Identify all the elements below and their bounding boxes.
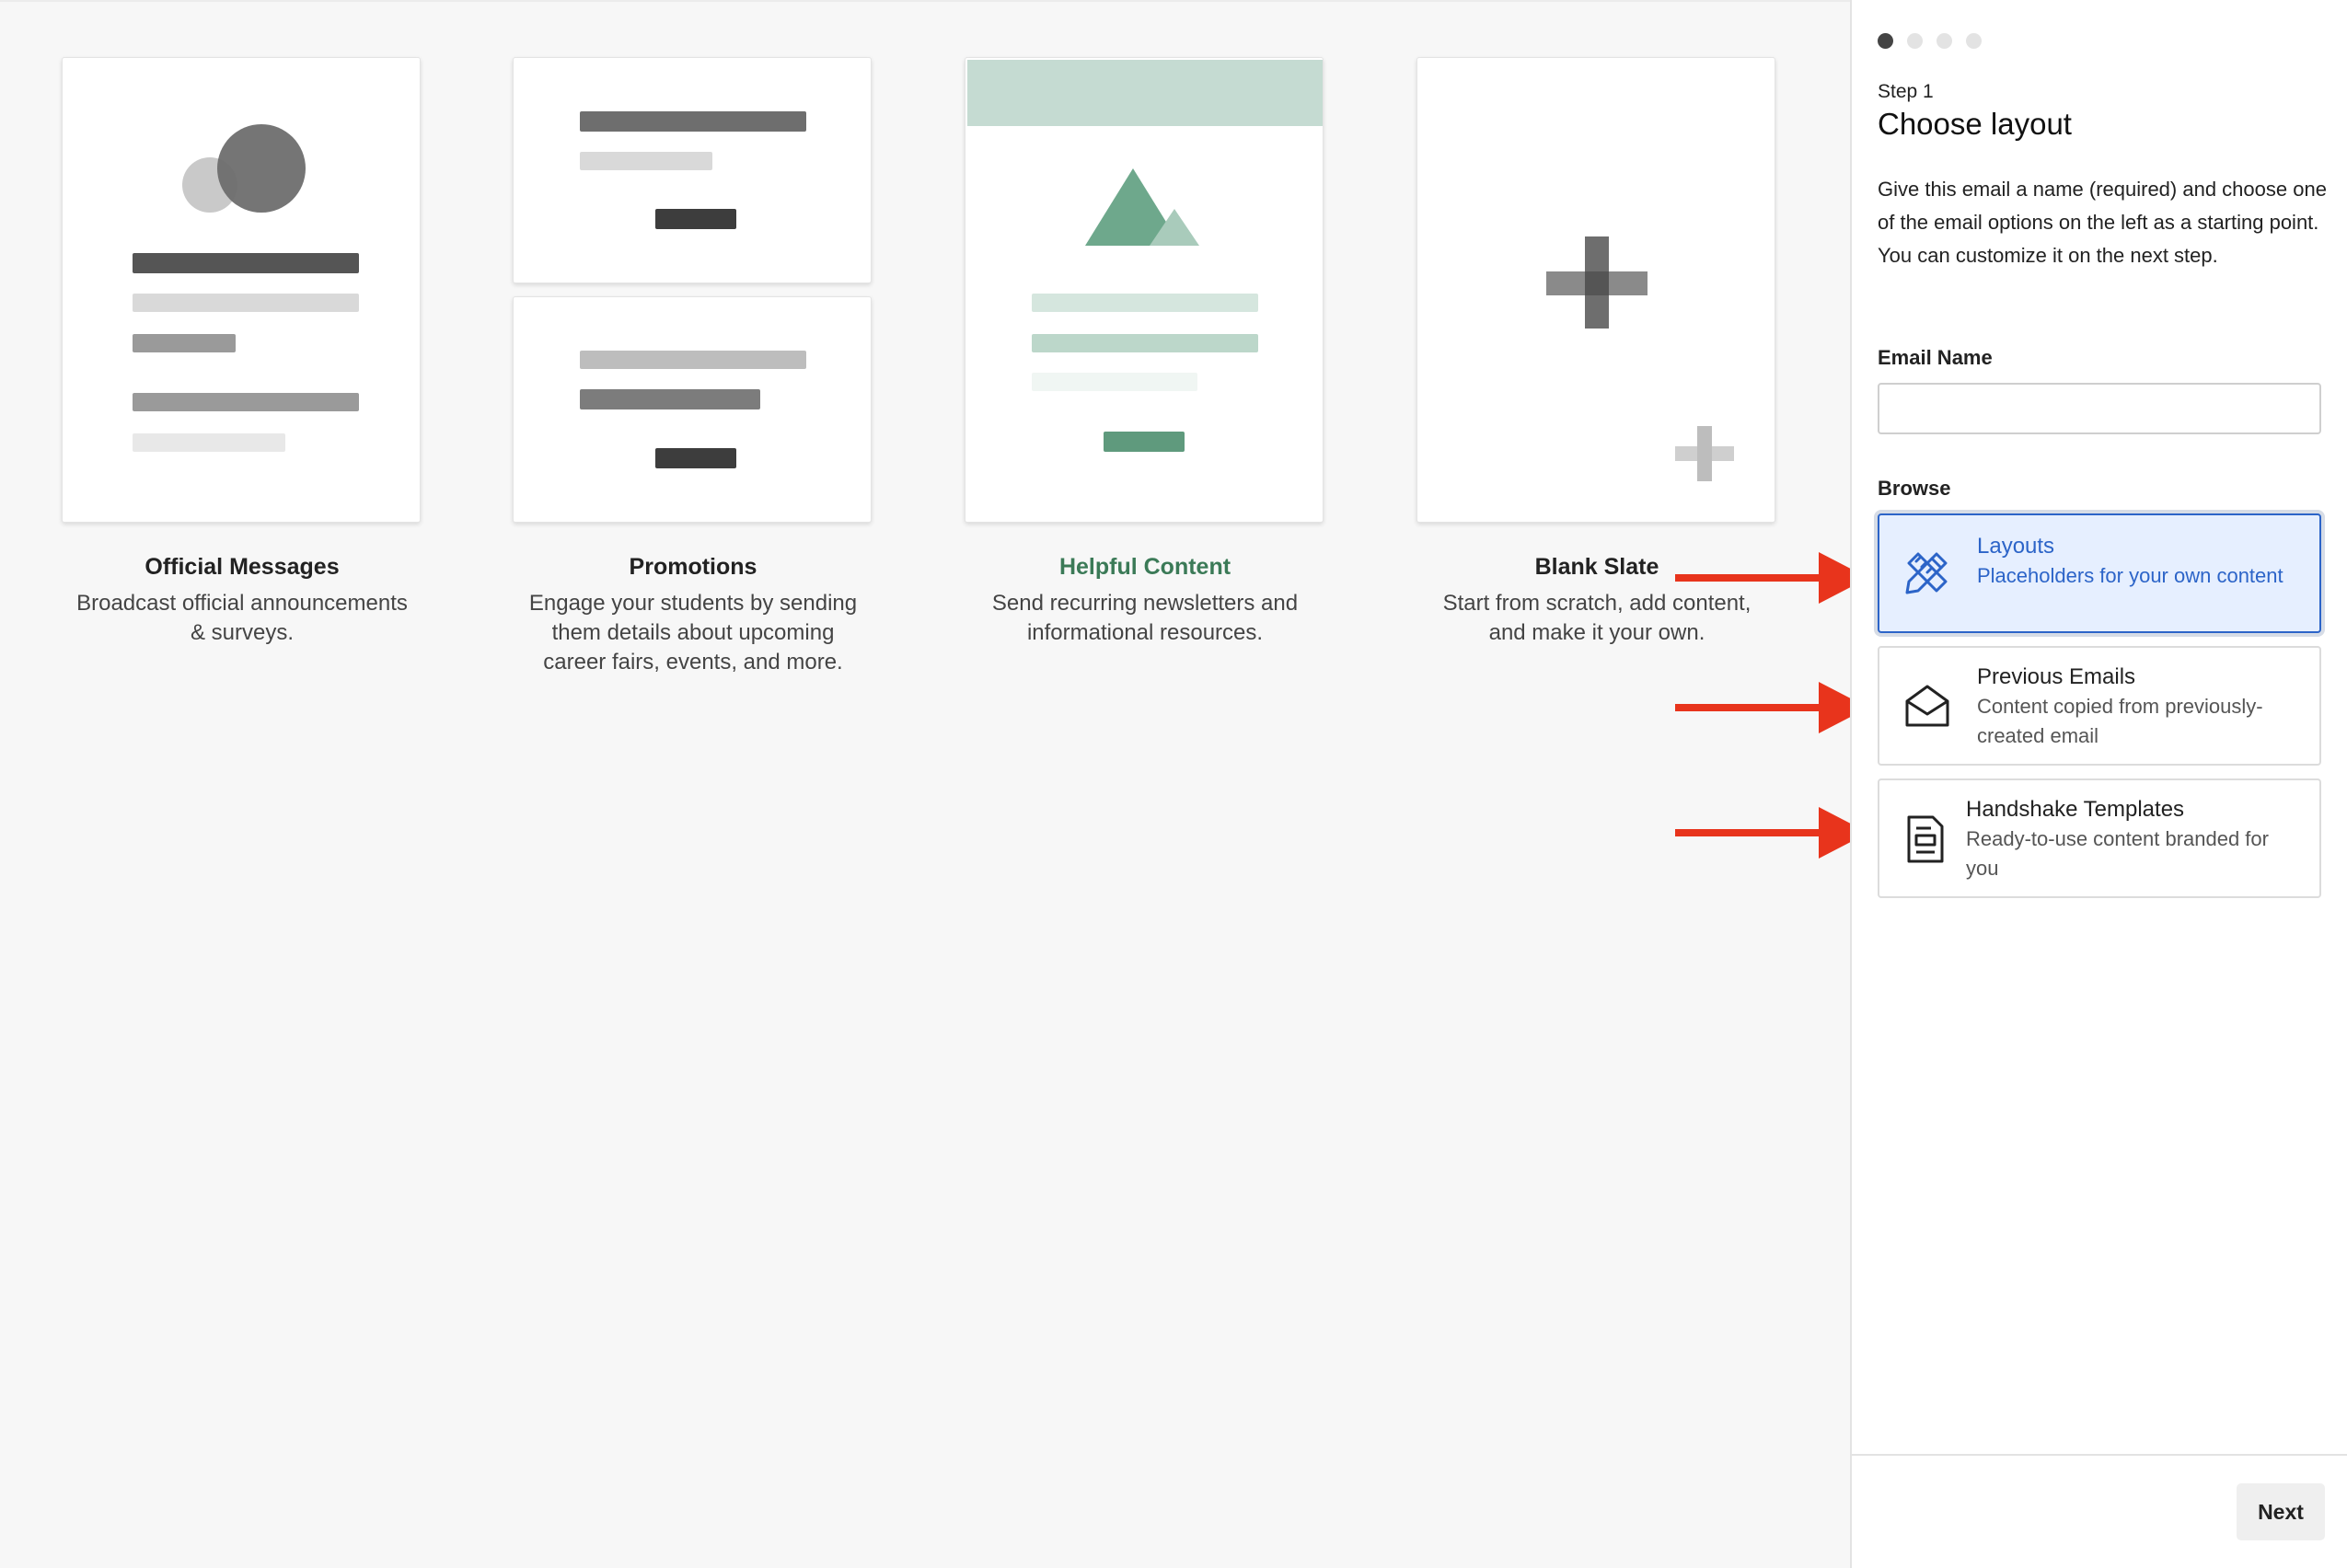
- step-label: Step 1: [1878, 81, 1934, 102]
- helpful-content-preview[interactable]: [965, 57, 1324, 523]
- placeholder-bar: [580, 389, 760, 409]
- card-description: Broadcast official announcements & surve…: [76, 591, 408, 645]
- step-dot: [1907, 33, 1923, 49]
- browse-option-handshake-templates[interactable]: Handshake Templates Ready-to-use content…: [1878, 778, 2321, 898]
- official-messages-preview[interactable]: [62, 57, 421, 523]
- placeholder-bar: [133, 294, 359, 312]
- email-name-label: Email Name: [1878, 346, 1993, 369]
- placeholder-button: [655, 209, 736, 229]
- card-description: Send recurring newsletters and informati…: [991, 591, 1299, 645]
- placeholder-bar: [1032, 373, 1197, 391]
- plus-icon: [1546, 236, 1648, 329]
- mountain-icon: [1085, 168, 1199, 246]
- placeholder-bar: [133, 253, 359, 273]
- step-progress-dots: [1878, 33, 1982, 49]
- next-button[interactable]: Next: [2237, 1483, 2325, 1540]
- step-dot-active: [1878, 33, 1893, 49]
- promotions-preview-bottom[interactable]: [513, 296, 872, 523]
- option-title: Layouts: [1977, 534, 2055, 559]
- placeholder-button: [655, 448, 736, 468]
- layout-gallery: Official Messages Broadcast official ann…: [0, 0, 1850, 1568]
- promotions-preview-top[interactable]: [513, 57, 872, 283]
- document-template-icon: [1907, 815, 1944, 863]
- placeholder-bar: [580, 111, 806, 132]
- option-subtitle: Ready-to-use content branded for you: [1966, 827, 2269, 880]
- header-band: [967, 60, 1323, 126]
- small-plus-icon: [1675, 426, 1734, 481]
- card-title: Official Messages: [145, 554, 340, 580]
- pencil-ruler-icon: [1905, 552, 1948, 594]
- card-title: Promotions: [629, 554, 757, 580]
- step-dot: [1966, 33, 1982, 49]
- option-title: Handshake Templates: [1966, 797, 2185, 822]
- step-dot: [1937, 33, 1952, 49]
- panel-footer: Next: [1852, 1454, 2347, 1568]
- option-subtitle: Content copied from previously-created e…: [1977, 695, 2263, 747]
- browse-option-layouts[interactable]: Layouts Placeholders for your own conten…: [1878, 513, 2321, 633]
- red-arrow-icon: [1675, 552, 1868, 604]
- setup-panel: Step 1 Choose layout Give this email a n…: [1850, 0, 2347, 1568]
- large-circle-shape: [217, 124, 306, 213]
- red-arrow-icon: [1675, 807, 1868, 859]
- placeholder-bar: [1032, 294, 1258, 312]
- open-envelope-icon: [1905, 685, 1949, 727]
- blank-slate-preview[interactable]: [1416, 57, 1775, 523]
- placeholder-bar: [133, 433, 285, 452]
- browse-label: Browse: [1878, 477, 1951, 500]
- placeholder-bar: [133, 393, 359, 411]
- placeholder-bar: [580, 152, 712, 170]
- placeholder-bar: [133, 334, 236, 352]
- browse-option-previous-emails[interactable]: Previous Emails Content copied from prev…: [1878, 646, 2321, 766]
- page-title: Choose layout: [1878, 107, 2072, 141]
- step-description: Give this email a name (required) and ch…: [1878, 178, 2327, 267]
- placeholder-bar: [1032, 334, 1258, 352]
- placeholder-bar: [580, 351, 806, 369]
- placeholder-button: [1104, 432, 1185, 452]
- email-name-input[interactable]: [1878, 383, 2321, 434]
- card-title: Helpful Content: [1058, 554, 1231, 580]
- option-subtitle: Placeholders for your own content: [1977, 564, 2283, 587]
- option-title: Previous Emails: [1977, 664, 2136, 689]
- red-arrow-icon: [1675, 682, 1868, 733]
- card-description: Engage your students by sending them det…: [528, 591, 858, 674]
